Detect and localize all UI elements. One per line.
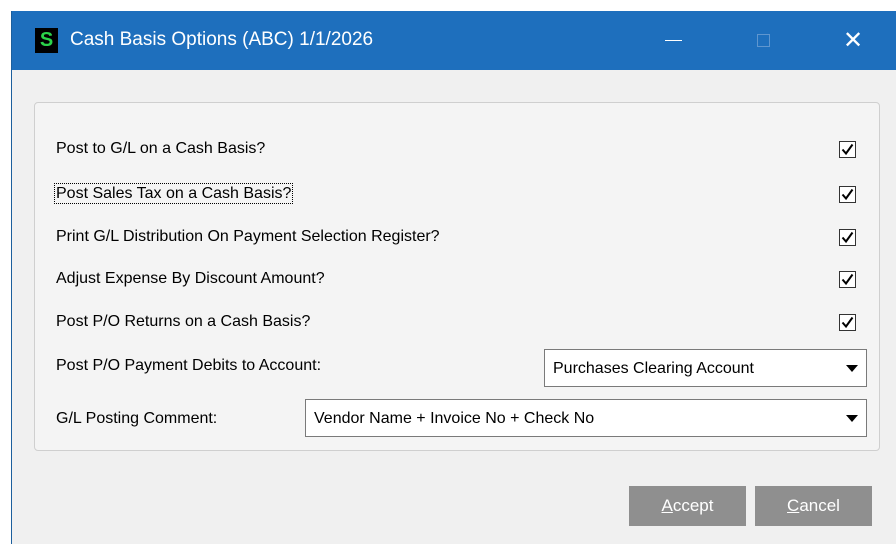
option-label-post-sales-tax-cash-basis: Post Sales Tax on a Cash Basis? (53, 183, 294, 204)
debits-account-dropdown[interactable]: Purchases Clearing Account (544, 349, 867, 387)
window-title: Cash Basis Options (ABC) 1/1/2026 (70, 29, 374, 50)
cash-basis-options-dialog: S Cash Basis Options (ABC) 1/1/2026 ✕ Po… (11, 11, 896, 544)
sage-s-icon[interactable]: S (35, 28, 58, 53)
accept-label: ccept (672, 496, 714, 515)
posting-comment-value: Vendor Name + Invoice No + Check No (314, 410, 595, 427)
minimize-icon (664, 40, 682, 41)
debits-account-label: Post P/O Payment Debits to Account: (56, 357, 322, 374)
checkmark-icon (841, 188, 854, 201)
close-button[interactable]: ✕ (822, 11, 884, 70)
checkbox-post-sales-tax-cash-basis[interactable] (839, 186, 856, 203)
accept-button[interactable]: Accept (629, 486, 746, 526)
maximize-button[interactable] (732, 11, 794, 70)
option-label-post-po-returns-cash-basis: Post P/O Returns on a Cash Basis? (56, 313, 311, 330)
checkmark-icon (841, 316, 854, 329)
option-label-post-gl-cash-basis: Post to G/L on a Cash Basis? (56, 140, 266, 157)
cancel-mnemonic: C (787, 496, 800, 515)
debits-account-value: Purchases Clearing Account (553, 360, 754, 377)
cancel-label: ancel (799, 496, 840, 515)
checkbox-print-gl-distribution[interactable] (839, 229, 856, 246)
checkbox-adjust-expense-discount[interactable] (839, 271, 856, 288)
options-panel: Post to G/L on a Cash Basis? Post Sales … (34, 102, 880, 451)
cancel-button[interactable]: Cancel (755, 486, 872, 526)
checkmark-icon (841, 231, 854, 244)
chevron-down-icon[interactable] (846, 365, 858, 372)
option-label-adjust-expense-discount: Adjust Expense By Discount Amount? (56, 270, 325, 287)
posting-comment-dropdown[interactable]: Vendor Name + Invoice No + Check No (305, 399, 867, 437)
posting-comment-label: G/L Posting Comment: (56, 410, 218, 427)
checkmark-icon (841, 143, 854, 156)
title-bar[interactable]: S Cash Basis Options (ABC) 1/1/2026 ✕ (12, 11, 896, 70)
checkmark-icon (841, 273, 854, 286)
accept-mnemonic: A (661, 496, 673, 515)
close-icon: ✕ (842, 27, 864, 54)
minimize-button[interactable] (642, 11, 704, 70)
checkbox-post-po-returns-cash-basis[interactable] (839, 314, 856, 331)
option-label-print-gl-distribution: Print G/L Distribution On Payment Select… (56, 228, 440, 245)
maximize-icon (756, 34, 770, 47)
chevron-down-icon[interactable] (846, 415, 858, 422)
checkbox-post-gl-cash-basis[interactable] (839, 141, 856, 158)
